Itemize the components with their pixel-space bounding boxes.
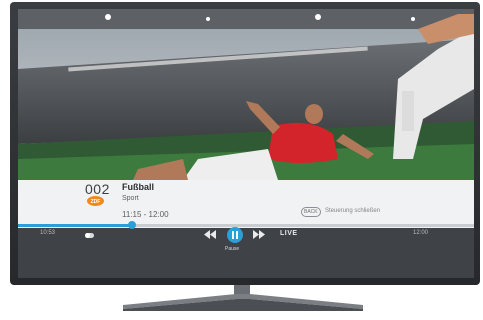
zdf-logo-icon: ZDF (87, 196, 104, 206)
rewind-icon[interactable] (204, 230, 216, 239)
progress-scrubber-handle[interactable] (128, 221, 136, 229)
tv-stand-base (123, 294, 363, 311)
timeline-start-time: 10:53 (40, 230, 56, 236)
pause-label: Pause (225, 246, 240, 252)
timeline-end-time: 12:00 (413, 230, 429, 236)
channel-number: 002 (85, 181, 110, 197)
live-button[interactable]: LIVE (280, 230, 298, 237)
back-key-badge: BACK (301, 207, 321, 217)
fast-forward-icon[interactable] (253, 230, 265, 239)
progress-fill (18, 224, 132, 227)
toggle-icon[interactable] (85, 233, 94, 238)
pause-button[interactable] (227, 227, 243, 243)
sports-broadcast-image (18, 9, 474, 180)
close-controls-hint: Steuerung schließen (325, 208, 381, 214)
program-time-range: 11:15 - 12:00 (122, 210, 169, 219)
program-title: Fußball (122, 182, 154, 192)
channel-logo-text: ZDF (91, 199, 101, 205)
program-genre: Sport (122, 195, 139, 202)
